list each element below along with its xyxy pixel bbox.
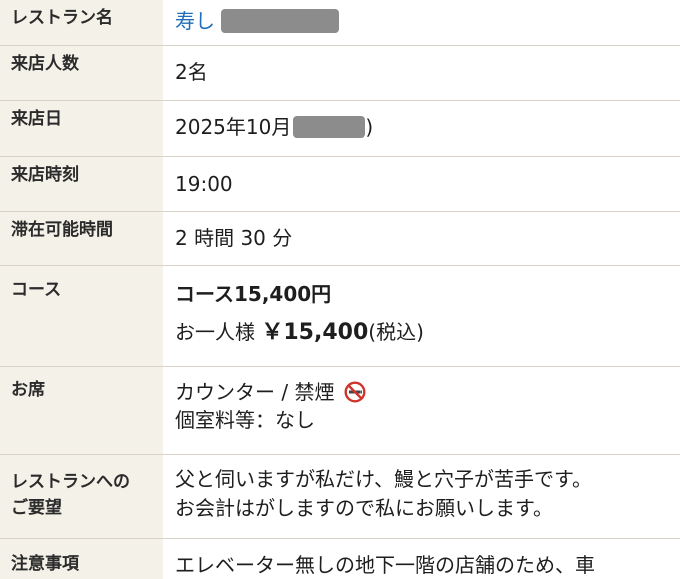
label-party-size: 来店人数 bbox=[0, 46, 163, 100]
value-restaurant: 寿し bbox=[163, 0, 680, 45]
row-notes: 注意事項 エレベーター無しの地下一階の店舗のため、車 bbox=[0, 539, 680, 579]
label-notes: 注意事項 bbox=[0, 539, 163, 579]
value-time: 19:00 bbox=[175, 172, 233, 196]
label-duration: 滞在可能時間 bbox=[0, 212, 163, 265]
row-duration: 滞在可能時間 2 時間 30 分 bbox=[0, 212, 680, 266]
row-seat: お席 カウンター / 禁煙 個室料等：なし bbox=[0, 367, 680, 455]
label-request: レストランへの ご要望 bbox=[0, 455, 163, 538]
row-request: レストランへの ご要望 父と伺いますが私だけ、鰻と穴子が苦手です。 お会計はがし… bbox=[0, 455, 680, 539]
date-prefix: 2025年10月 bbox=[175, 115, 292, 139]
label-course: コース bbox=[0, 266, 163, 366]
value-notes: エレベーター無しの地下一階の店舗のため、車 bbox=[163, 539, 680, 579]
value-request: 父と伺いますが私だけ、鰻と穴子が苦手です。 お会計はがしますので私にお願いします… bbox=[163, 455, 680, 538]
value-party-size: 2名 bbox=[175, 60, 208, 84]
request-line1: 父と伺いますが私だけ、鰻と穴子が苦手です。 bbox=[175, 467, 592, 491]
row-party-size: 来店人数 2名 bbox=[0, 46, 680, 101]
price-tax-note: (税込) bbox=[368, 320, 424, 344]
price-prefix: お一人様 bbox=[175, 320, 255, 344]
label-seat: お席 bbox=[0, 367, 163, 454]
label-date: 来店日 bbox=[0, 101, 163, 156]
request-line2: お会計はがしますので私にお願いします。 bbox=[175, 496, 553, 520]
price-amount: ￥15,400 bbox=[261, 320, 369, 345]
row-date: 来店日 2025年10月) bbox=[0, 101, 680, 157]
redacted-block bbox=[293, 115, 366, 138]
seat-type: カウンター / 禁煙 bbox=[175, 380, 335, 404]
course-name: コース15,400円 bbox=[175, 282, 332, 306]
private-room-fee: 個室料等：なし bbox=[175, 408, 315, 432]
row-time: 来店時刻 19:00 bbox=[0, 157, 680, 212]
label-restaurant: レストラン名 bbox=[0, 0, 163, 45]
restaurant-name-link[interactable]: 寿し bbox=[175, 9, 215, 33]
no-smoking-icon bbox=[344, 380, 366, 403]
row-course: コース コース15,400円 お一人様 ￥15,400(税込) bbox=[0, 266, 680, 367]
value-date: 2025年10月) bbox=[163, 101, 680, 156]
label-time: 来店時刻 bbox=[0, 157, 163, 211]
course-price: お一人様 ￥15,400(税込) bbox=[175, 318, 680, 347]
label-request-line2: ご要望 bbox=[11, 498, 62, 518]
value-seat: カウンター / 禁煙 個室料等：なし bbox=[163, 367, 680, 454]
value-course: コース15,400円 お一人様 ￥15,400(税込) bbox=[163, 266, 680, 366]
seat-type-line: カウンター / 禁煙 bbox=[175, 378, 680, 406]
notes-line1: エレベーター無しの地下一階の店舗のため、車 bbox=[175, 553, 595, 577]
value-duration: 2 時間 30 分 bbox=[175, 226, 293, 250]
row-restaurant: レストラン名 寿し bbox=[0, 0, 680, 46]
reservation-details-table: レストラン名 寿し 来店人数 2名 来店日 2025年10月) 来店時刻 19:… bbox=[0, 0, 680, 579]
redacted-block bbox=[221, 8, 339, 33]
label-request-line1: レストランへの bbox=[11, 472, 130, 492]
date-suffix: ) bbox=[365, 115, 374, 139]
